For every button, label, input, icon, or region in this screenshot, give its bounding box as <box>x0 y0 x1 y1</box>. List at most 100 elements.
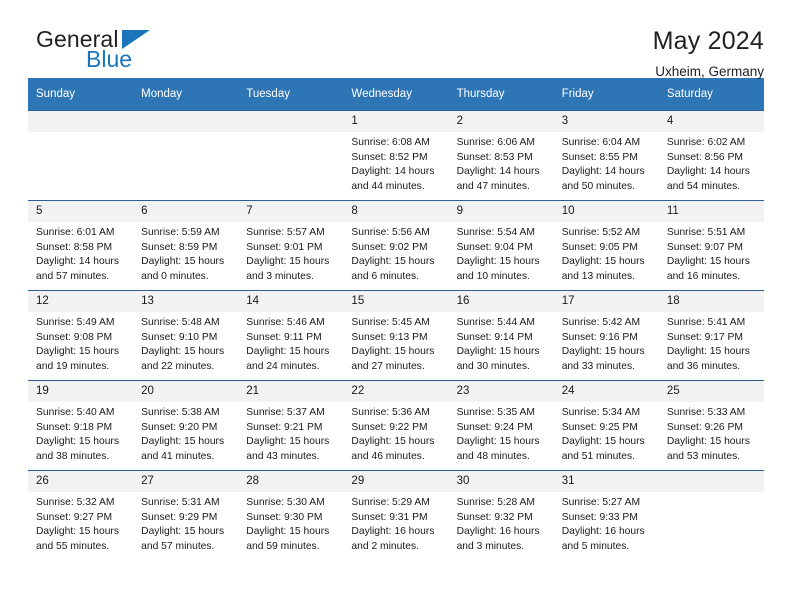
calendar-day-cell[interactable]: 23 Sunrise: 5:35 AM Sunset: 9:24 PM Dayligh… <box>448 380 554 471</box>
sunset-time: Sunset: 9:21 PM <box>246 421 323 433</box>
calendar-day-cell[interactable]: 26 Sunrise: 5:32 AM Sunset: 9:27 PM Dayligh… <box>28 470 134 560</box>
sunrise-time: Sunrise: 5:42 AM <box>561 317 641 328</box>
calendar-day-cell-empty <box>133 110 239 201</box>
sunrise-time: Sunrise: 5:30 AM <box>246 497 325 508</box>
daylight-duration: Daylight: 15 hours and 13 minutes. <box>561 256 645 282</box>
day-sun-info: Sunrise: 6:02 AM Sunset: 8:56 PM Daylight:… <box>659 132 764 194</box>
day-sun-info: Sunrise: 6:06 AM Sunset: 8:53 PM Daylight:… <box>449 132 554 194</box>
sunrise-time: Sunrise: 5:29 AM <box>351 497 430 508</box>
day-number: 31 <box>553 471 659 492</box>
calendar-day-cell[interactable]: 21 Sunrise: 5:37 AM Sunset: 9:21 PM Dayligh… <box>238 380 344 471</box>
daylight-duration: Daylight: 15 hours and 36 minutes. <box>666 346 750 372</box>
calendar-day-cell[interactable]: 31 Sunrise: 5:27 AM Sunset: 9:33 PM Dayligh… <box>553 470 659 560</box>
daylight-duration: Daylight: 15 hours and 48 minutes. <box>456 436 540 462</box>
day-sun-info: Sunrise: 5:37 AM Sunset: 9:21 PM Daylight:… <box>238 402 343 464</box>
calendar-day-cell[interactable]: 13 Sunrise: 5:48 AM Sunset: 9:10 PM Dayligh… <box>133 290 239 381</box>
calendar-day-cell[interactable]: 25 Sunrise: 5:33 AM Sunset: 9:26 PM Dayligh… <box>658 380 764 471</box>
page-title: May 2024 <box>652 27 764 55</box>
calendar-day-cell[interactable]: 15 Sunrise: 5:45 AM Sunset: 9:13 PM Dayligh… <box>343 290 449 381</box>
daylight-duration: Daylight: 15 hours and 27 minutes. <box>351 346 435 372</box>
sunset-time: Sunset: 8:55 PM <box>561 151 638 163</box>
day-sun-info: Sunrise: 5:34 AM Sunset: 9:25 PM Daylight:… <box>554 402 659 464</box>
day-sun-info: Sunrise: 5:29 AM Sunset: 9:31 PM Daylight:… <box>343 492 448 554</box>
day-number: 15 <box>343 291 449 312</box>
calendar-day-cell[interactable]: 27 Sunrise: 5:31 AM Sunset: 9:29 PM Dayligh… <box>133 470 239 560</box>
day-number: 13 <box>133 291 239 312</box>
calendar-day-cell[interactable]: 12 Sunrise: 5:49 AM Sunset: 9:08 PM Dayligh… <box>28 290 134 381</box>
sunset-time: Sunset: 9:29 PM <box>141 511 218 523</box>
sunset-time: Sunset: 9:33 PM <box>561 511 638 523</box>
day-number <box>238 111 344 132</box>
calendar-day-cell[interactable]: 24 Sunrise: 5:34 AM Sunset: 9:25 PM Dayligh… <box>553 380 659 471</box>
day-number: 24 <box>553 381 659 402</box>
calendar-day-cell[interactable]: 28 Sunrise: 5:30 AM Sunset: 9:30 PM Dayligh… <box>238 470 344 560</box>
calendar-day-cell[interactable]: 8 Sunrise: 5:56 AM Sunset: 9:02 PM Daylight… <box>343 200 449 291</box>
daylight-duration: Daylight: 16 hours and 2 minutes. <box>351 526 435 552</box>
sunrise-time: Sunrise: 5:40 AM <box>36 407 115 418</box>
daylight-duration: Daylight: 14 hours and 44 minutes. <box>351 166 435 192</box>
calendar-day-cell[interactable]: 4 Sunrise: 6:02 AM Sunset: 8:56 PM Daylight… <box>658 110 764 201</box>
daylight-duration: Daylight: 15 hours and 59 minutes. <box>246 526 330 552</box>
calendar-day-cell[interactable]: 30 Sunrise: 5:28 AM Sunset: 9:32 PM Dayligh… <box>448 470 554 560</box>
calendar-day-cell[interactable]: 11 Sunrise: 5:51 AM Sunset: 9:07 PM Dayligh… <box>658 200 764 291</box>
day-number: 20 <box>133 381 239 402</box>
calendar-day-cell[interactable]: 10 Sunrise: 5:52 AM Sunset: 9:05 PM Dayligh… <box>553 200 659 291</box>
day-sun-info: Sunrise: 5:57 AM Sunset: 9:01 PM Daylight:… <box>238 222 343 284</box>
sunrise-time: Sunrise: 5:48 AM <box>141 317 220 328</box>
day-sun-info: Sunrise: 5:41 AM Sunset: 9:17 PM Daylight:… <box>659 312 764 374</box>
sunrise-time: Sunrise: 5:45 AM <box>351 317 430 328</box>
calendar-day-cell[interactable]: 6 Sunrise: 5:59 AM Sunset: 8:59 PM Daylight… <box>133 200 239 291</box>
sunset-time: Sunset: 9:07 PM <box>666 241 743 253</box>
calendar-day-cell[interactable]: 1 Sunrise: 6:08 AM Sunset: 8:52 PM Daylight… <box>343 110 449 201</box>
day-sun-info: Sunrise: 6:08 AM Sunset: 8:52 PM Daylight:… <box>343 132 448 194</box>
daylight-duration: Daylight: 15 hours and 55 minutes. <box>36 526 119 552</box>
weekday-header-monday: Monday <box>133 78 239 111</box>
day-number: 17 <box>553 291 659 312</box>
calendar-day-cell[interactable]: 20 Sunrise: 5:38 AM Sunset: 9:20 PM Dayligh… <box>133 380 239 471</box>
day-number: 12 <box>28 291 134 312</box>
day-number: 11 <box>658 201 764 222</box>
calendar-day-cell[interactable]: 29 Sunrise: 5:29 AM Sunset: 9:31 PM Dayligh… <box>343 470 449 560</box>
daylight-duration: Daylight: 15 hours and 6 minutes. <box>351 256 435 282</box>
day-number <box>28 111 134 132</box>
calendar-day-cell[interactable]: 18 Sunrise: 5:41 AM Sunset: 9:17 PM Dayligh… <box>658 290 764 381</box>
calendar-day-cell[interactable]: 22 Sunrise: 5:36 AM Sunset: 9:22 PM Dayligh… <box>343 380 449 471</box>
daylight-duration: Daylight: 15 hours and 38 minutes. <box>36 436 119 462</box>
sunrise-time: Sunrise: 5:57 AM <box>246 227 325 238</box>
calendar-day-cell[interactable]: 3 Sunrise: 6:04 AM Sunset: 8:55 PM Daylight… <box>553 110 659 201</box>
sunset-time: Sunset: 9:27 PM <box>36 511 113 523</box>
calendar-day-cell[interactable]: 19 Sunrise: 5:40 AM Sunset: 9:18 PM Dayligh… <box>28 380 134 471</box>
calendar-day-cell[interactable]: 5 Sunrise: 6:01 AM Sunset: 8:58 PM Daylight… <box>28 200 134 291</box>
day-number: 9 <box>448 201 554 222</box>
sunrise-time: Sunrise: 5:51 AM <box>666 227 746 238</box>
calendar-day-cell[interactable]: 16 Sunrise: 5:44 AM Sunset: 9:14 PM Dayligh… <box>448 290 554 381</box>
weekday-header-friday: Friday <box>553 78 659 111</box>
day-number: 26 <box>28 471 134 492</box>
day-sun-info: Sunrise: 5:33 AM Sunset: 9:26 PM Daylight:… <box>659 402 764 464</box>
daylight-duration: Daylight: 14 hours and 50 minutes. <box>561 166 645 192</box>
day-sun-info: Sunrise: 5:48 AM Sunset: 9:10 PM Daylight:… <box>133 312 238 374</box>
sunrise-time: Sunrise: 5:34 AM <box>561 407 641 418</box>
daylight-duration: Daylight: 15 hours and 51 minutes. <box>561 436 645 462</box>
daylight-duration: Daylight: 15 hours and 10 minutes. <box>456 256 540 282</box>
sunset-time: Sunset: 9:02 PM <box>351 241 428 253</box>
sunset-time: Sunset: 9:14 PM <box>456 331 533 343</box>
calendar-day-cell[interactable]: 9 Sunrise: 5:54 AM Sunset: 9:04 PM Daylight… <box>448 200 554 291</box>
calendar-day-cell[interactable]: 14 Sunrise: 5:46 AM Sunset: 9:11 PM Dayligh… <box>238 290 344 381</box>
calendar-day-cell[interactable]: 7 Sunrise: 5:57 AM Sunset: 9:01 PM Daylight… <box>238 200 344 291</box>
calendar-week-row: 5 Sunrise: 6:01 AM Sunset: 8:58 PM Daylight… <box>28 200 764 291</box>
day-number <box>133 111 239 132</box>
sunrise-time: Sunrise: 5:41 AM <box>666 317 746 328</box>
calendar-day-cell[interactable]: 17 Sunrise: 5:42 AM Sunset: 9:16 PM Dayligh… <box>553 290 659 381</box>
daylight-duration: Daylight: 15 hours and 16 minutes. <box>666 256 750 282</box>
day-number <box>658 471 764 492</box>
calendar-day-cell[interactable]: 2 Sunrise: 6:06 AM Sunset: 8:53 PM Daylight… <box>448 110 554 201</box>
sunset-time: Sunset: 9:13 PM <box>351 331 428 343</box>
day-number: 29 <box>343 471 449 492</box>
daylight-duration: Daylight: 15 hours and 24 minutes. <box>246 346 330 372</box>
day-sun-info: Sunrise: 5:52 AM Sunset: 9:05 PM Daylight:… <box>554 222 659 284</box>
sunrise-time: Sunrise: 5:59 AM <box>141 227 220 238</box>
daylight-duration: Daylight: 15 hours and 22 minutes. <box>141 346 225 372</box>
day-sun-info: Sunrise: 5:46 AM Sunset: 9:11 PM Daylight:… <box>238 312 343 374</box>
daylight-duration: Daylight: 16 hours and 5 minutes. <box>561 526 645 552</box>
